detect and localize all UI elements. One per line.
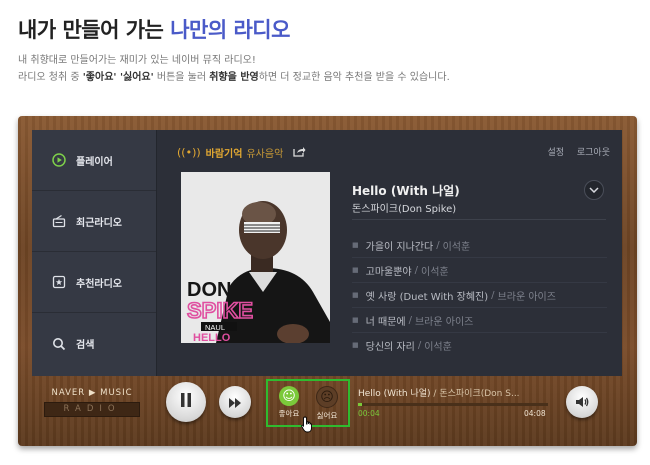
description-line-1: 내 취향대로 만들어가는 재미가 있는 네이버 뮤직 라디오!	[18, 55, 256, 66]
desc-text: 라디오 청취 중	[18, 72, 83, 83]
frown-icon: ☹	[316, 386, 338, 408]
naver-music-radio-logo: NAVER ▶ MUSIC RADIO	[44, 388, 140, 417]
bullet-icon: ■	[352, 241, 359, 249]
logo-radio-text: RADIO	[44, 402, 140, 417]
desc-text: 버튼을 눌러	[153, 72, 210, 83]
like-label: 좋아요	[278, 409, 300, 418]
share-icon[interactable]	[293, 146, 306, 160]
sidebar-item-label: 검색	[76, 340, 95, 351]
now-playing-divider: /	[430, 389, 440, 399]
track-title: 옛 사랑 (Duet With 장혜진)	[365, 291, 489, 303]
sidebar: 플레이어 최근라디오 추천라디오 검색	[32, 130, 157, 376]
desc-text: 하면 더 정교한 음악 추천을 받을 수 있습니다.	[258, 72, 450, 83]
station-name: 바람기억	[205, 149, 243, 160]
track-item[interactable]: ■ 고마울뿐야 / 이석훈	[352, 258, 607, 283]
track-title: 고마울뿐야	[365, 266, 412, 278]
hand-cursor-icon	[301, 416, 315, 437]
pause-button[interactable]	[166, 382, 206, 422]
bullet-icon: ■	[352, 291, 359, 299]
volume-button[interactable]	[566, 386, 598, 418]
description-line-2: 라디오 청취 중 '좋아요' '싫어요' 버튼을 눌러 취향을 반영하면 더 정…	[18, 69, 450, 86]
page-title: 내가 만들어 가는 나만의 라디오	[18, 14, 290, 44]
player-screen: 플레이어 최근라디오 추천라디오 검색 ((•)) 바람기억 유사음악 설정 로…	[32, 130, 622, 376]
song-artist: 돈스파이크(Don Spike)	[352, 204, 457, 215]
sidebar-item-label: 플레이어	[76, 156, 113, 168]
radio-player-frame: 플레이어 최근라디오 추천라디오 검색 ((•)) 바람기억 유사음악 설정 로…	[18, 116, 637, 446]
recommend-radio-icon	[52, 275, 66, 289]
next-track-button[interactable]	[219, 386, 251, 418]
divider	[352, 219, 606, 220]
smile-icon: ☺	[279, 386, 299, 406]
sidebar-item-player[interactable]: 플레이어	[32, 130, 156, 191]
track-artist: 브라운 아이즈	[497, 291, 556, 303]
bullet-icon: ■	[352, 316, 359, 324]
dislike-label: 싫어요	[316, 411, 338, 420]
track-item[interactable]: ■ 너 때문에 / 브라운 아이즈	[352, 308, 607, 333]
track-title: 당신의 자리	[365, 341, 415, 353]
play-circle-icon	[52, 153, 66, 167]
track-title: 너 때문에	[365, 316, 406, 328]
track-artist: 이석훈	[421, 266, 449, 278]
song-title: Hello (With 나얼)	[352, 184, 460, 198]
bullet-icon: ■	[352, 341, 359, 349]
track-artist: 브라운 아이즈	[414, 316, 474, 328]
recent-radio-icon	[52, 214, 66, 228]
bullet-icon: ■	[352, 266, 359, 274]
pause-icon	[179, 392, 193, 412]
album-art: DON SPIKE NAUL HELLO	[181, 172, 330, 343]
desc-bold-like-dislike: '좋아요' '싫어요'	[82, 72, 154, 83]
album-text-spike: SPIKE	[187, 298, 253, 323]
progress-bar[interactable]	[358, 403, 548, 406]
search-icon	[52, 337, 66, 351]
track-title: 가을이 지나간다	[365, 241, 434, 253]
track-item[interactable]: ■ 가을이 지나간다 / 이석훈	[352, 233, 607, 258]
player-main: ((•)) 바람기억 유사음악 설정 로그아웃 DON SPIKE NAUL H…	[157, 130, 622, 376]
broadcast-icon: ((•))	[177, 146, 201, 159]
sidebar-item-label: 최근라디오	[76, 217, 122, 229]
now-playing-title: Hello (With 나얼)	[358, 389, 431, 399]
progress-fill	[358, 403, 362, 406]
fast-forward-icon	[228, 393, 242, 412]
chevron-down-icon[interactable]	[584, 180, 604, 200]
page-title-main: 내가 만들어 가는	[18, 18, 164, 42]
total-time: 04:08	[524, 409, 546, 418]
like-button[interactable]: ☺ 좋아요	[271, 386, 307, 419]
track-item[interactable]: ■ 당신의 자리 / 이석훈	[352, 333, 607, 357]
page-description: 내 취향대로 만들어가는 재미가 있는 네이버 뮤직 라디오! 라디오 청취 중…	[18, 52, 450, 86]
sidebar-item-recent-radio[interactable]: 최근라디오	[32, 191, 156, 252]
now-playing-text: Hello (With 나얼) / 돈스파이크(Don S...	[358, 386, 548, 399]
track-artist: 이석훈	[442, 241, 471, 253]
settings-link[interactable]: 설정	[547, 148, 564, 158]
top-links: 설정 로그아웃	[537, 145, 610, 158]
upcoming-track-list: ■ 가을이 지나간다 / 이석훈 ■ 고마울뿐야 / 이석훈 ■ 옛 사랑 (Duet Wit…	[352, 233, 607, 357]
current-time: 00:04	[358, 409, 380, 418]
track-item[interactable]: ■ 옛 사랑 (Duet With 장혜진) / 브라운 아이즈	[352, 283, 607, 308]
sidebar-item-search[interactable]: 검색	[32, 313, 156, 374]
sidebar-item-recommended-radio[interactable]: 추천라디오	[32, 252, 156, 313]
logout-link[interactable]: 로그아웃	[577, 148, 610, 158]
track-artist: 이석훈	[424, 341, 452, 353]
speaker-icon	[575, 393, 589, 412]
album-text-hello: HELLO	[193, 332, 231, 343]
sidebar-item-label: 추천라디오	[76, 278, 122, 290]
similar-music-link[interactable]: 유사음악	[246, 145, 283, 160]
station-bar: ((•)) 바람기억 유사음악	[177, 145, 306, 160]
desc-bold-reflect: 취향을 반영	[209, 72, 259, 83]
now-playing-artist: 돈스파이크(Don S...	[439, 389, 520, 399]
page-title-highlight: 나만의 라디오	[170, 18, 290, 42]
logo-brand-text: NAVER ▶ MUSIC	[51, 388, 133, 398]
album-text-naul: NAUL	[205, 323, 225, 332]
